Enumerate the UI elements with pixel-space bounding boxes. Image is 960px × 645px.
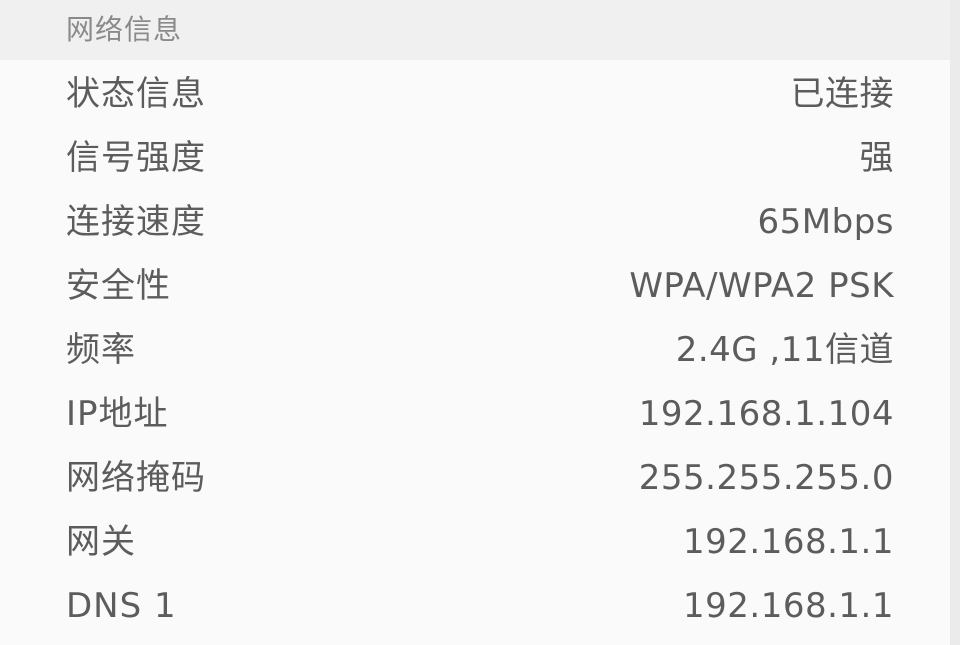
gateway-value: 192.168.1.1	[683, 522, 894, 562]
netmask-value: 255.255.255.0	[638, 458, 894, 498]
info-row-signal-strength: 信号强度 强	[0, 126, 950, 190]
status-value: 已连接	[790, 74, 894, 114]
info-row-status: 状态信息 已连接	[0, 62, 950, 126]
security-value: WPA/WPA2 PSK	[629, 266, 894, 306]
netmask-label: 网络掩码	[66, 458, 206, 498]
network-info-panel: 网络信息 状态信息 已连接 信号强度 强 连接速度 65Mbps 安全性 WPA…	[0, 0, 950, 645]
dns1-value: 192.168.1.1	[683, 586, 894, 626]
section-title: 网络信息	[66, 13, 183, 46]
link-speed-value: 65Mbps	[757, 202, 894, 242]
ip-address-label: IP地址	[66, 394, 169, 434]
signal-strength-label: 信号强度	[66, 138, 206, 178]
section-header: 网络信息	[0, 0, 950, 60]
gateway-label: 网关	[66, 522, 136, 562]
info-row-link-speed: 连接速度 65Mbps	[0, 190, 950, 254]
info-row-netmask: 网络掩码 255.255.255.0	[0, 446, 950, 510]
info-row-frequency: 频率 2.4G ,11信道	[0, 318, 950, 382]
status-label: 状态信息	[66, 74, 206, 114]
right-edge-strip	[950, 0, 960, 645]
frequency-value: 2.4G ,11信道	[675, 330, 894, 370]
ip-address-value: 192.168.1.104	[638, 394, 894, 434]
info-list: 状态信息 已连接 信号强度 强 连接速度 65Mbps 安全性 WPA/WPA2…	[0, 62, 950, 638]
frequency-label: 频率	[66, 330, 136, 370]
signal-strength-value: 强	[859, 138, 894, 178]
info-row-ip-address: IP地址 192.168.1.104	[0, 382, 950, 446]
dns1-label: DNS 1	[66, 586, 177, 626]
info-row-gateway: 网关 192.168.1.1	[0, 510, 950, 574]
network-info-page: 网络信息 状态信息 已连接 信号强度 强 连接速度 65Mbps 安全性 WPA…	[0, 0, 960, 645]
security-label: 安全性	[66, 266, 171, 306]
link-speed-label: 连接速度	[66, 202, 206, 242]
info-row-security: 安全性 WPA/WPA2 PSK	[0, 254, 950, 318]
info-row-dns1: DNS 1 192.168.1.1	[0, 574, 950, 638]
